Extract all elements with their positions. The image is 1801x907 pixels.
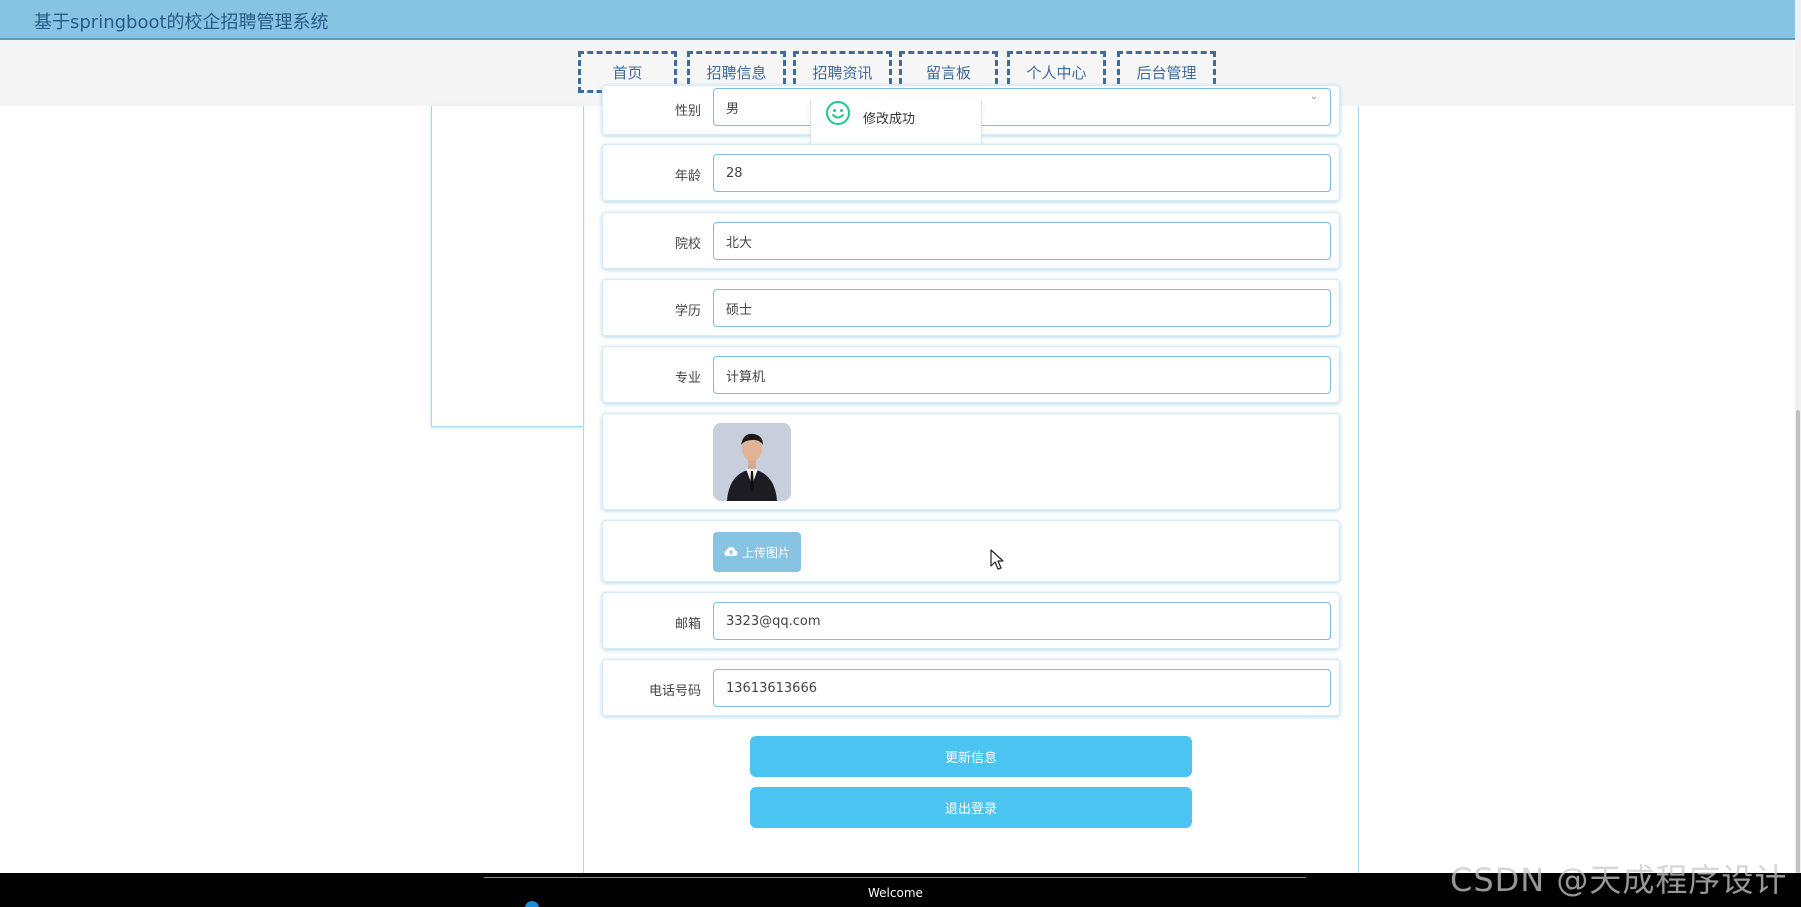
- cloud-upload-icon: [724, 547, 738, 556]
- site-title: 基于springboot的校企招聘管理系统: [34, 12, 329, 33]
- scrollbar-thumb[interactable]: [1796, 410, 1800, 873]
- success-toast: 修改成功: [810, 100, 982, 147]
- mouse-cursor-icon: [990, 549, 1004, 570]
- side-menu-panel: [431, 106, 583, 427]
- form-row-age: 年龄 28: [602, 144, 1340, 201]
- phone-input[interactable]: 13613613666: [713, 669, 1331, 707]
- gender-label: 性别: [674, 104, 701, 119]
- degree-input[interactable]: 硕士: [713, 289, 1331, 327]
- school-label: 院校: [674, 237, 701, 252]
- form-row-degree: 学历 硕士: [602, 279, 1340, 336]
- form-row-school: 院校 北大: [602, 212, 1340, 269]
- form-row-upload: 上传图片: [602, 520, 1340, 582]
- phone-label: 电话号码: [648, 684, 701, 699]
- major-input[interactable]: 计算机: [713, 356, 1331, 394]
- form-row-photo: [602, 413, 1340, 510]
- smile-check-icon: [826, 101, 850, 125]
- toast-message: 修改成功: [863, 112, 916, 127]
- footer-logo-icon: [525, 901, 539, 907]
- form-row-email: 邮箱 3323@qq.com: [602, 592, 1340, 649]
- logout-button[interactable]: 退出登录: [750, 787, 1192, 828]
- update-info-button[interactable]: 更新信息: [750, 736, 1192, 777]
- upload-button-label: 上传图片: [741, 545, 790, 560]
- email-label: 邮箱: [674, 617, 701, 632]
- major-label: 专业: [674, 371, 701, 386]
- form-row-phone: 电话号码 13613613666: [602, 659, 1340, 716]
- upload-image-button[interactable]: 上传图片: [713, 532, 801, 572]
- chevron-down-icon: ⌄: [1309, 91, 1318, 102]
- degree-label: 学历: [674, 304, 701, 319]
- footer-welcome-text: Welcome: [868, 886, 923, 900]
- avatar-photo[interactable]: [713, 423, 791, 501]
- age-label: 年龄: [674, 169, 701, 184]
- gender-value: 男: [726, 101, 740, 117]
- gender-select[interactable]: 男 ⌄: [713, 88, 1331, 126]
- age-input[interactable]: 28: [713, 154, 1331, 192]
- person-avatar-icon: [713, 423, 791, 501]
- email-input[interactable]: 3323@qq.com: [713, 602, 1331, 640]
- school-input[interactable]: 北大: [713, 222, 1331, 260]
- top-bar: 基于springboot的校企招聘管理系统: [0, 0, 1795, 40]
- footer-divider: [484, 877, 1306, 878]
- form-row-major: 专业 计算机: [602, 346, 1340, 403]
- watermark: CSDN @天成程序设计: [1450, 861, 1788, 899]
